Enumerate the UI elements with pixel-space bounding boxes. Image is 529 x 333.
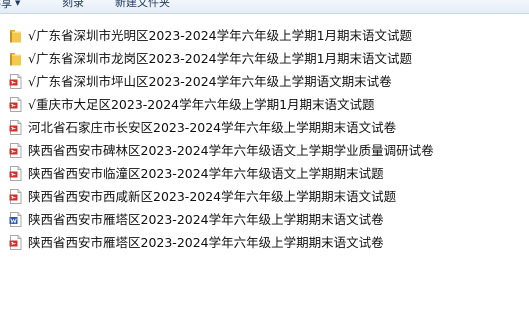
file-list-item[interactable]: √重庆市大足区2023-2024学年六年级上学期1月期末语文试题 xyxy=(0,93,529,116)
pdf-icon xyxy=(9,97,22,112)
toolbar-burn-button[interactable]: 刻录 xyxy=(62,0,84,10)
pdf-icon xyxy=(9,166,22,181)
file-list-item[interactable]: 河北省石家庄市长安区2023-2024学年六年级上学期期末语文试卷 xyxy=(0,116,529,139)
file-name: √重庆市大足区2023-2024学年六年级上学期1月期末语文试题 xyxy=(28,97,375,112)
file-list-item[interactable]: √广东省深圳市龙岗区2023-2024学年六年级上学期1月期末语文试题 xyxy=(0,47,529,70)
details-pane-edge xyxy=(517,14,529,333)
file-name: √广东省深圳市光明区2023-2024学年六年级上学期1月期末语文试题 xyxy=(28,28,413,43)
file-list-item[interactable]: 陕西省西安市临潼区2023-2024学年六年级语文上学期期末试题 xyxy=(0,162,529,185)
file-list-item[interactable]: 陕西省西安市西咸新区2023-2024学年六年级上学期期末语文试题 xyxy=(0,185,529,208)
toolbar-share-button[interactable]: 共享▼ xyxy=(0,0,20,11)
file-list-item[interactable]: √广东省深圳市光明区2023-2024学年六年级上学期1月期末语文试题 xyxy=(0,24,529,47)
file-name: 河北省石家庄市长安区2023-2024学年六年级上学期期末语文试卷 xyxy=(28,120,397,135)
folder-icon xyxy=(9,51,22,66)
pdf-icon xyxy=(9,120,22,135)
explorer-toolbar: 共享▼ 刻录 新建文件夹 xyxy=(0,0,529,14)
file-name: √广东省深圳市坪山区2023-2024学年六年级上学期语文期末试卷 xyxy=(28,74,392,89)
toolbar-new-folder-button[interactable]: 新建文件夹 xyxy=(115,0,170,10)
file-list-item[interactable]: 陕西省西安市雁塔区2023-2024学年六年级上学期期末语文试卷 xyxy=(0,231,529,254)
file-list-item[interactable]: 陕西省西安市雁塔区2023-2024学年六年级上学期期末语文试卷 xyxy=(0,208,529,231)
chevron-down-icon: ▼ xyxy=(15,0,21,7)
file-name: 陕西省西安市临潼区2023-2024学年六年级语文上学期期末试题 xyxy=(28,166,384,181)
folder-icon xyxy=(9,28,22,43)
file-name: √广东省深圳市龙岗区2023-2024学年六年级上学期1月期末语文试题 xyxy=(28,51,413,66)
toolbar-share-label: 共享 xyxy=(0,0,12,10)
word-icon xyxy=(9,212,22,227)
file-list-item[interactable]: 陕西省西安市碑林区2023-2024学年六年级语文上学期学业质量调研试卷 xyxy=(0,139,529,162)
pdf-icon xyxy=(9,235,22,250)
pdf-icon xyxy=(9,189,22,204)
pdf-icon xyxy=(9,74,22,89)
file-name: 陕西省西安市雁塔区2023-2024学年六年级上学期期末语文试卷 xyxy=(28,212,384,227)
file-list-item[interactable]: √广东省深圳市坪山区2023-2024学年六年级上学期语文期末试卷 xyxy=(0,70,529,93)
file-name: 陕西省西安市雁塔区2023-2024学年六年级上学期期末语文试卷 xyxy=(28,235,384,250)
file-name: 陕西省西安市碑林区2023-2024学年六年级语文上学期学业质量调研试卷 xyxy=(28,143,434,158)
file-name: 陕西省西安市西咸新区2023-2024学年六年级上学期期末语文试题 xyxy=(28,189,397,204)
pdf-icon xyxy=(9,143,22,158)
